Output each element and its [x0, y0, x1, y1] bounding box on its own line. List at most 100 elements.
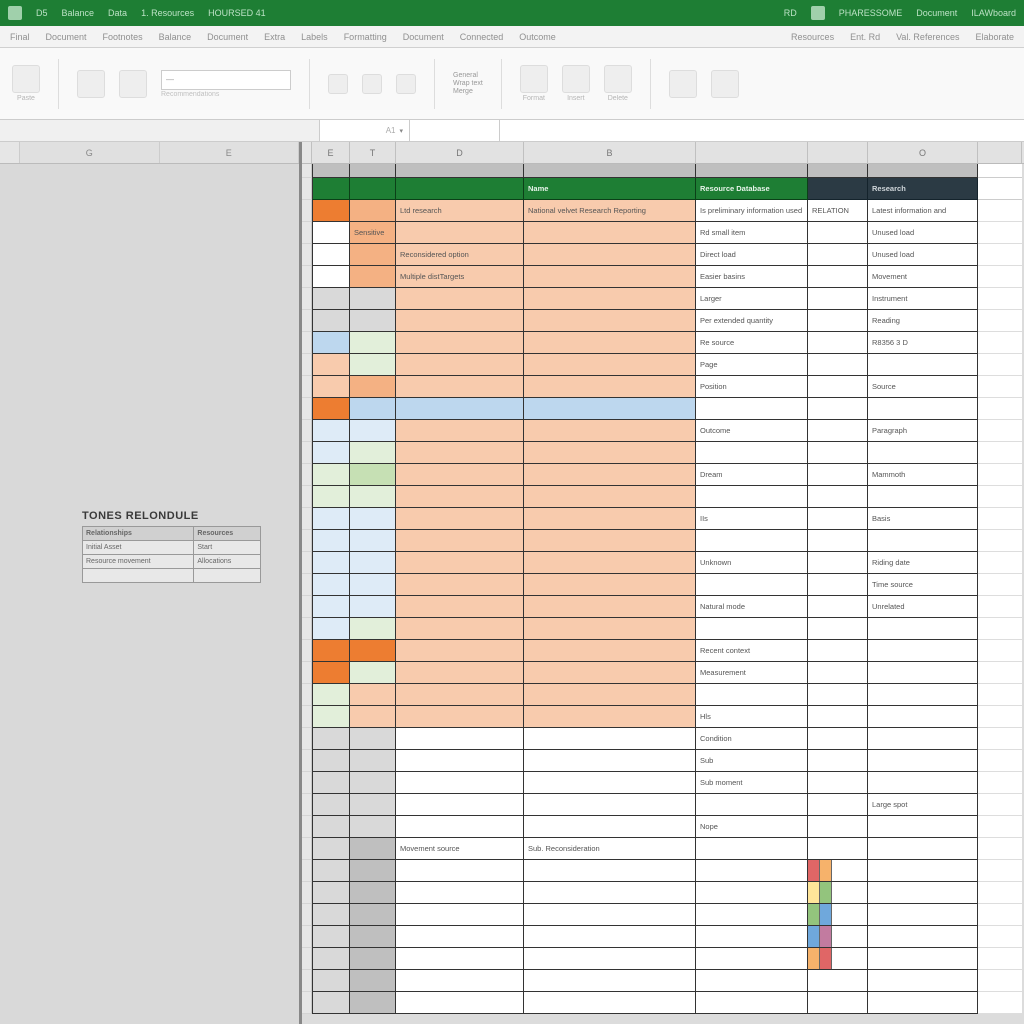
cell[interactable]: [978, 354, 1022, 376]
cell[interactable]: [350, 376, 396, 398]
cell[interactable]: [808, 508, 868, 530]
cell[interactable]: [312, 530, 350, 552]
cell[interactable]: [396, 618, 524, 640]
cell[interactable]: [396, 332, 524, 354]
ribbon-item[interactable]: [396, 74, 416, 94]
cell[interactable]: [978, 332, 1022, 354]
cell[interactable]: [868, 882, 978, 904]
cell[interactable]: [350, 684, 396, 706]
cell[interactable]: [312, 948, 350, 970]
cell[interactable]: [978, 244, 1022, 266]
cell[interactable]: [808, 164, 868, 178]
cell[interactable]: [350, 164, 396, 178]
cell[interactable]: [396, 662, 524, 684]
cell[interactable]: [524, 530, 696, 552]
cell[interactable]: [808, 354, 868, 376]
cell[interactable]: [396, 164, 524, 178]
cell[interactable]: Page: [696, 354, 808, 376]
cell[interactable]: [978, 948, 1022, 970]
cell[interactable]: [808, 838, 868, 860]
cell[interactable]: [696, 882, 808, 904]
cell[interactable]: [312, 750, 350, 772]
cell[interactable]: [868, 926, 978, 948]
cell[interactable]: [350, 354, 396, 376]
header-cell[interactable]: Resource Database: [696, 178, 808, 200]
cell[interactable]: [312, 398, 350, 420]
cell[interactable]: [396, 574, 524, 596]
cell[interactable]: [524, 618, 696, 640]
cell[interactable]: [312, 618, 350, 640]
cell[interactable]: Movement: [868, 266, 978, 288]
menu-tab[interactable]: Val. References: [896, 32, 959, 42]
cell[interactable]: [696, 794, 808, 816]
cell[interactable]: [524, 640, 696, 662]
cell[interactable]: [978, 640, 1022, 662]
cell[interactable]: [978, 838, 1022, 860]
cell[interactable]: [524, 948, 696, 970]
cell[interactable]: [312, 926, 350, 948]
cell[interactable]: [396, 222, 524, 244]
cell[interactable]: Unrelated: [868, 596, 978, 618]
cell[interactable]: [808, 816, 868, 838]
ribbon-chart[interactable]: [77, 70, 105, 98]
cell[interactable]: Sub. Reconsideration: [524, 838, 696, 860]
cell[interactable]: [808, 574, 868, 596]
cell[interactable]: [696, 992, 808, 1014]
cell[interactable]: [312, 420, 350, 442]
cell[interactable]: [396, 772, 524, 794]
ribbon-insert[interactable]: Insert: [562, 65, 590, 102]
cell[interactable]: [350, 552, 396, 574]
menu-tab[interactable]: Document: [207, 32, 248, 42]
cell[interactable]: [978, 222, 1022, 244]
cell[interactable]: [978, 794, 1022, 816]
cell[interactable]: [524, 706, 696, 728]
cell[interactable]: [312, 200, 350, 222]
cell[interactable]: [524, 970, 696, 992]
cell[interactable]: [868, 164, 978, 178]
cell[interactable]: [312, 882, 350, 904]
cell[interactable]: [978, 288, 1022, 310]
cell[interactable]: [696, 530, 808, 552]
cell[interactable]: [978, 816, 1022, 838]
cell[interactable]: [978, 200, 1022, 222]
cell[interactable]: [312, 992, 350, 1014]
cell[interactable]: [350, 574, 396, 596]
cell[interactable]: [524, 508, 696, 530]
cell[interactable]: [808, 772, 868, 794]
cell[interactable]: [524, 662, 696, 684]
cell[interactable]: [808, 530, 868, 552]
cell[interactable]: [808, 288, 868, 310]
cell[interactable]: [524, 574, 696, 596]
cell[interactable]: [524, 354, 696, 376]
cell[interactable]: [396, 904, 524, 926]
cell[interactable]: [350, 244, 396, 266]
cell[interactable]: [808, 222, 868, 244]
cell[interactable]: [808, 640, 868, 662]
menu-tab[interactable]: Balance: [159, 32, 192, 42]
cell[interactable]: [808, 728, 868, 750]
cell[interactable]: [808, 310, 868, 332]
cell[interactable]: Large spot: [868, 794, 978, 816]
cell[interactable]: [350, 596, 396, 618]
cell[interactable]: [524, 728, 696, 750]
cell[interactable]: [524, 750, 696, 772]
cell[interactable]: [396, 596, 524, 618]
menu-tab[interactable]: Connected: [460, 32, 504, 42]
cell[interactable]: [312, 222, 350, 244]
cell[interactable]: [524, 794, 696, 816]
cell[interactable]: Unused load: [868, 244, 978, 266]
cell[interactable]: [978, 706, 1022, 728]
cell[interactable]: Rd small item: [696, 222, 808, 244]
cell[interactable]: [396, 926, 524, 948]
cell[interactable]: [524, 398, 696, 420]
cell[interactable]: [350, 464, 396, 486]
cell[interactable]: Position: [696, 376, 808, 398]
cell[interactable]: [312, 772, 350, 794]
col-header[interactable]: E: [160, 142, 300, 163]
ribbon-paste[interactable]: Paste: [12, 65, 40, 102]
cell[interactable]: [978, 552, 1022, 574]
cell[interactable]: [350, 860, 396, 882]
cell[interactable]: Resource movement: [83, 555, 194, 569]
cell[interactable]: Instrument: [868, 288, 978, 310]
col-header[interactable]: B: [524, 142, 696, 163]
